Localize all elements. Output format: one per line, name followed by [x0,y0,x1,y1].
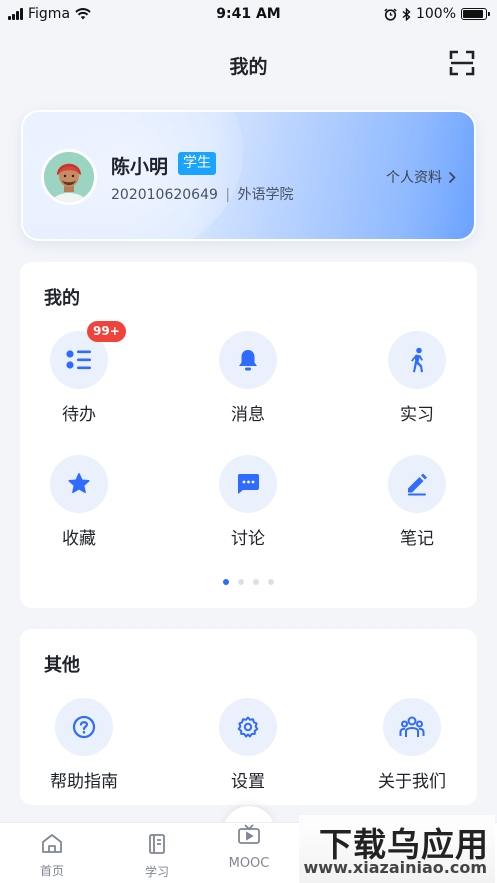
page-dot[interactable] [223,579,229,585]
mine-section: 我的 99+ 待办 消息 实习 收藏 讨论 笔记 [20,262,477,608]
grid-item-discussion[interactable]: 讨论 [198,455,298,549]
avatar[interactable] [41,149,97,205]
pencil-icon [408,473,427,496]
grid-item-todo[interactable]: 99+ 待办 [29,321,129,425]
page-dot[interactable] [253,579,259,585]
grid-item-label: 笔记 [400,529,434,549]
todo-list-icon [66,350,91,370]
student-id: 202010620649 [111,187,218,203]
alarm-icon [384,7,397,21]
meta-separator: | [225,187,231,203]
page-title: 我的 [229,56,268,78]
profile-details-link[interactable]: 个人资料 [386,167,456,187]
tab-label: MOOC [228,856,270,871]
battery-icon [461,8,490,20]
help-icon [72,715,96,739]
tab-study[interactable]: 学习 [122,833,192,880]
walking-person-icon [411,347,423,373]
watermark-url: www.xiazainiao.com [303,858,487,877]
other-section: 其他 帮助指南 设置 关于我们 [20,629,477,805]
todo-count-badge: 99+ [87,321,126,342]
page-dot[interactable] [238,579,244,585]
bell-icon [239,350,257,371]
section-title: 我的 [44,288,80,309]
grid-item-settings[interactable]: 设置 [198,698,298,792]
grid-item-label: 实习 [400,405,434,425]
grid-item-about[interactable]: 关于我们 [362,698,462,792]
tab-label: 学习 [144,865,169,879]
grid-item-help[interactable]: 帮助指南 [34,698,134,792]
home-icon [42,834,62,853]
gear-icon [237,716,259,738]
chevron-right-icon [448,171,456,183]
profile-link-label: 个人资料 [386,170,442,186]
scan-icon [449,50,475,76]
tv-icon [238,824,260,844]
grid-item-label: 待办 [62,405,96,425]
bluetooth-icon [402,7,411,21]
grid-item-messages[interactable]: 消息 [198,331,298,425]
tab-mooc[interactable]: MOOC [214,823,284,871]
grid-item-internship[interactable]: 实习 [367,331,467,425]
star-icon [68,473,90,494]
page-indicator [20,579,477,585]
section-title: 其他 [44,655,80,676]
grid-item-label: 帮助指南 [50,772,118,792]
grid-item-notes[interactable]: 笔记 [367,455,467,549]
people-icon [399,716,425,737]
role-badge: 学生 [178,152,216,175]
grid-item-label: 讨论 [231,529,265,549]
college-name: 外语学院 [237,187,294,203]
user-name: 陈小明 [111,156,169,178]
tab-home[interactable]: 首页 [17,833,87,879]
tab-label: 首页 [39,864,64,878]
grid-item-label: 消息 [231,405,265,425]
grid-item-label: 设置 [231,772,265,792]
battery-percentage: 100% [415,6,456,22]
chat-bubble-icon [237,474,259,494]
grid-item-label: 关于我们 [378,772,446,792]
grid-item-favorites[interactable]: 收藏 [29,455,129,549]
grid-item-label: 收藏 [62,529,96,549]
user-meta: 202010620649 | 外语学院 [111,184,294,204]
profile-card[interactable]: 陈小明 学生 202010620649 | 外语学院 个人资料 [21,110,476,241]
status-bar: Figma 9:41 AM 100% [0,0,497,30]
book-icon [149,834,165,854]
header: 我的 [0,44,497,84]
page-dot[interactable] [268,579,274,585]
scan-button[interactable] [449,50,475,76]
